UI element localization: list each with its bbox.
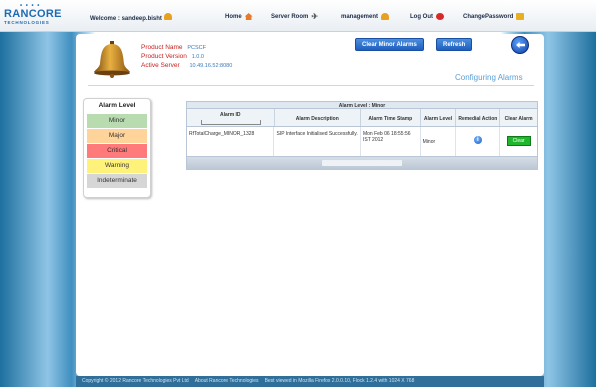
column-header[interactable]: Alarm ID	[187, 109, 275, 126]
key-icon	[516, 13, 525, 20]
nav-change-password[interactable]: ChangePassword	[463, 13, 525, 20]
product-name-label: Product Name	[141, 44, 183, 51]
column-header[interactable]: Clear Alarm	[500, 109, 537, 126]
nav-server-room[interactable]: Server Room ✈	[271, 12, 319, 21]
active-server-value: 10.49.16.52:8080	[189, 63, 233, 69]
column-header[interactable]: Alarm Description	[275, 109, 361, 126]
welcome-text: Welcome : sandeep.bisht	[90, 13, 172, 22]
active-server-row: Active Server 10.49.16.52:8080	[141, 62, 232, 69]
alarm-level-major[interactable]: Major	[87, 129, 147, 143]
active-server-label: Active Server	[141, 62, 180, 69]
alarm-timestamp-cell: Mon Feb 06 18:55:56 IST 2012	[361, 127, 421, 156]
alarm-level-minor[interactable]: Minor	[87, 114, 147, 128]
table-pager-bar	[186, 157, 538, 170]
nav-home-label: Home	[225, 13, 242, 20]
alarm-id-filter-input[interactable]	[201, 120, 261, 125]
clear-alarm-button[interactable]: Clear	[506, 136, 531, 146]
product-version-row: Product Version 1.0.0	[141, 53, 204, 60]
column-header[interactable]: Alarm Time Stamp	[361, 109, 421, 126]
header-divider	[88, 85, 534, 86]
clear-alarm-cell: Clear	[500, 127, 537, 156]
rancore-logo: • • • • RANCORE TECHNOLOGIES	[4, 3, 74, 28]
back-arrow-icon[interactable]	[511, 36, 529, 54]
remedial-action-cell: i	[456, 127, 501, 156]
footer-about-link[interactable]: About Rancore Technologies	[195, 376, 259, 387]
table-header: Alarm ID Alarm Description Alarm Time St…	[186, 109, 538, 127]
welcome-label: Welcome : sandeep.bisht	[90, 16, 162, 22]
column-header-label: Alarm ID	[219, 112, 241, 118]
home-icon	[244, 13, 253, 20]
alarm-level-critical[interactable]: Critical	[87, 144, 147, 158]
top-bar: • • • • RANCORE TECHNOLOGIES Welcome : s…	[0, 0, 596, 32]
product-name-row: Product Name PCSCF	[141, 44, 206, 51]
alarm-id-cell: RfTotalCharge_MINOR_1328	[187, 127, 275, 156]
clear-minor-alarms-button[interactable]: Clear Minor Alarms	[355, 38, 424, 51]
footer: Copyright © 2012 Rancore Technologies Pv…	[76, 376, 544, 387]
plane-icon: ✈	[311, 12, 319, 21]
alarm-level-warning[interactable]: Warning	[87, 159, 147, 173]
product-bell-icon	[94, 41, 130, 78]
nav-logout[interactable]: Log Out	[410, 13, 444, 20]
alarm-level-cell: Minor	[421, 127, 457, 156]
nav-home[interactable]: Home	[225, 13, 253, 20]
alarm-level-title: Alarm Level	[98, 102, 136, 109]
nav-management-label: management	[341, 13, 379, 20]
info-icon[interactable]: i	[473, 136, 482, 144]
footer-copyright: Copyright © 2012 Rancore Technologies Pv…	[82, 378, 189, 384]
pagination-controls[interactable]	[322, 160, 402, 166]
alarm-description-cell: SIP Interface Initialised Successfully.	[274, 127, 361, 156]
nav-management[interactable]: management	[341, 13, 390, 20]
column-header[interactable]: Remedial Action	[456, 109, 501, 126]
product-version-label: Product Version	[141, 53, 187, 60]
logo-subtitle: TECHNOLOGIES	[4, 20, 50, 25]
page-title: Configuring Alarms	[455, 73, 523, 82]
bell-icon	[163, 13, 172, 20]
table-title: Alarm Level : Minor	[186, 101, 538, 109]
logout-icon	[436, 13, 444, 20]
refresh-button[interactable]: Refresh	[436, 38, 473, 51]
column-header[interactable]: Alarm Level	[421, 109, 457, 126]
nav-change-password-label: ChangePassword	[463, 13, 514, 20]
bell-icon	[381, 13, 390, 20]
nav-server-room-label: Server Room	[271, 13, 309, 20]
logo-brand: RANCORE	[4, 8, 62, 20]
product-version-value: 1.0.0	[191, 54, 204, 60]
footer-best-viewed: Best viewed in Mozilla Firefox 2.0.0.10,…	[264, 378, 415, 384]
alarm-level-indeterminate[interactable]: Indeterminate	[87, 174, 147, 188]
table-row: RfTotalCharge_MINOR_1328 SIP Interface I…	[186, 127, 538, 157]
alarm-level-panel: Alarm Level Minor Major Critical Warning…	[83, 98, 151, 198]
nav-logout-label: Log Out	[410, 13, 433, 20]
product-name-value: PCSCF	[187, 45, 206, 51]
